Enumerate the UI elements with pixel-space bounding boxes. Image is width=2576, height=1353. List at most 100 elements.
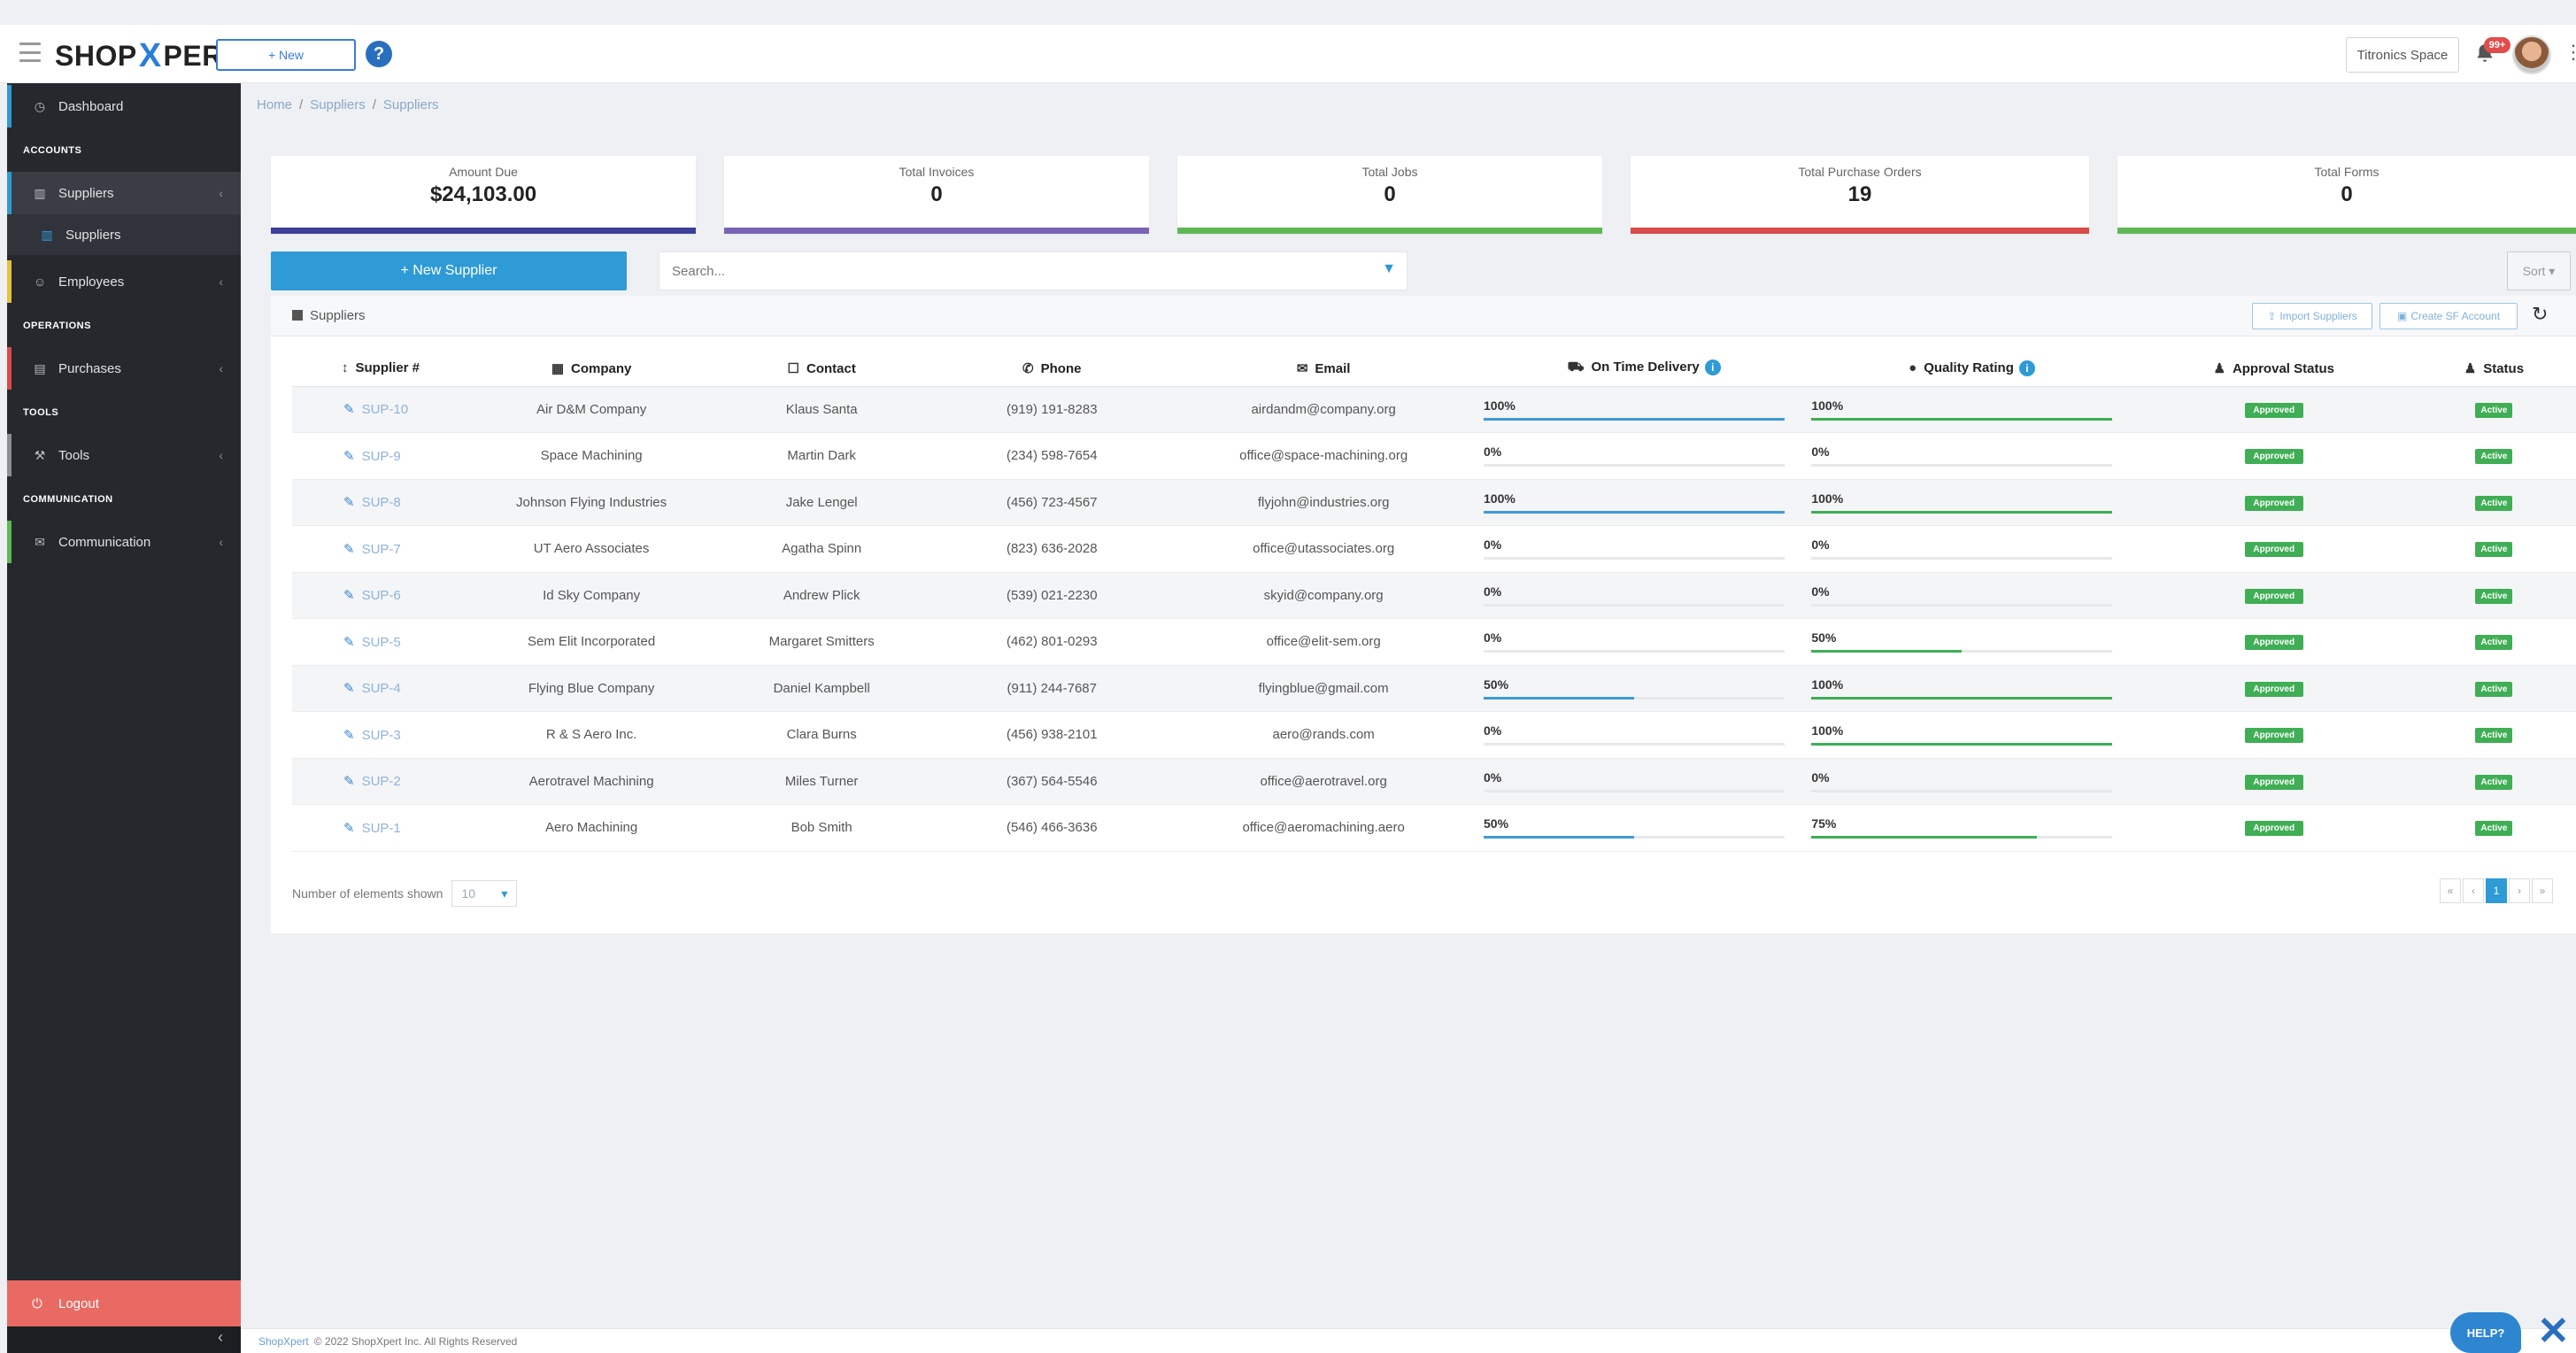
- table-row[interactable]: ✎ SUP-1 Aero Machining Bob Smith (546) 466-3…: [292, 804, 2576, 852]
- col-contact[interactable]: ☐ Contact: [706, 351, 937, 387]
- company-selector[interactable]: Titronics Space: [2346, 37, 2459, 73]
- supplier-id-link[interactable]: SUP-4: [362, 681, 401, 696]
- phone-cell: (539) 021-2230: [937, 572, 1168, 619]
- sidebar-item-tools[interactable]: ⚒ Tools ‹: [7, 434, 241, 476]
- quality-rating-bar: [1811, 743, 2113, 746]
- supplier-id-cell[interactable]: ✎ SUP-9: [292, 432, 477, 480]
- help-chat-button[interactable]: HELP?: [2450, 1312, 2521, 1353]
- col-approval-status[interactable]: ♟ Approval Status: [2135, 351, 2412, 387]
- on-time-delivery-cell: 0%: [1480, 618, 1809, 666]
- table-row[interactable]: ✎ SUP-10 Air D&M Company Klaus Santa (919) 1…: [292, 386, 2576, 433]
- supplier-id-cell[interactable]: ✎ SUP-1: [292, 804, 477, 852]
- edit-icon[interactable]: ✎: [343, 542, 355, 557]
- supplier-id-link[interactable]: SUP-6: [362, 588, 401, 603]
- page-button-current[interactable]: 1: [2486, 878, 2507, 903]
- supplier-id-cell[interactable]: ✎ SUP-6: [292, 572, 477, 619]
- col-supplier-number[interactable]: ↕ Supplier #: [292, 351, 477, 387]
- table-row[interactable]: ✎ SUP-9 Space Machining Martin Dark (234) 59…: [292, 432, 2576, 480]
- footer-brand-link[interactable]: ShopXpert: [258, 1335, 309, 1348]
- col-quality-rating[interactable]: ● Quality Rating i: [1808, 351, 2136, 387]
- info-icon[interactable]: i: [2018, 360, 2035, 376]
- table-row[interactable]: ✎ SUP-4 Flying Blue Company Daniel Kampbell…: [292, 665, 2576, 712]
- on-time-delivery-value: 0%: [1484, 723, 1502, 738]
- edit-icon[interactable]: ✎: [343, 495, 355, 510]
- supplier-id-cell[interactable]: ✎ SUP-3: [292, 711, 477, 759]
- supplier-id-cell[interactable]: ✎ SUP-8: [292, 479, 477, 526]
- app-logo[interactable]: SHOP X PERT: [55, 37, 241, 75]
- supplier-id-cell[interactable]: ✎ SUP-4: [292, 665, 477, 712]
- supplier-id-link[interactable]: SUP-8: [362, 495, 401, 510]
- search-input[interactable]: [672, 263, 1345, 279]
- supplier-id-link[interactable]: SUP-7: [362, 542, 401, 557]
- breadcrumb-suppliers[interactable]: Suppliers: [310, 97, 366, 112]
- sidebar-item-suppliers[interactable]: ▥ Suppliers ‹: [7, 172, 241, 214]
- supplier-id-cell[interactable]: ✎ SUP-2: [292, 758, 477, 805]
- supplier-id-cell[interactable]: ✎ SUP-7: [292, 525, 477, 573]
- supplier-id-link[interactable]: SUP-3: [362, 728, 401, 743]
- next-page-button[interactable]: ›: [2509, 878, 2530, 903]
- menu-toggle-icon[interactable]: [19, 43, 41, 62]
- sidebar-subitem-suppliers[interactable]: ▥ Suppliers: [7, 214, 241, 255]
- edit-icon[interactable]: ✎: [343, 402, 355, 417]
- sidebar-section-communication: COMMUNICATION: [23, 494, 113, 505]
- new-button[interactable]: + New: [216, 39, 356, 71]
- stat-label: Total Forms: [2314, 165, 2379, 179]
- table-row[interactable]: ✎ SUP-7 UT Aero Associates Agatha Spinn (823…: [292, 525, 2576, 573]
- breadcrumb-home[interactable]: Home: [257, 97, 292, 112]
- supplier-id-cell[interactable]: ✎ SUP-10: [292, 386, 477, 433]
- supplier-id-link[interactable]: SUP-5: [362, 635, 401, 650]
- list-icon: [292, 310, 303, 321]
- sort-button[interactable]: Sort ▾: [2507, 251, 2571, 290]
- table-row[interactable]: ✎ SUP-5 Sem Elit Incorporated Margaret Smit…: [292, 618, 2576, 666]
- info-icon[interactable]: i: [1704, 360, 1721, 376]
- table-row[interactable]: ✎ SUP-3 R & S Aero Inc. Clara Burns (456) 93…: [292, 711, 2576, 759]
- edit-icon[interactable]: ✎: [343, 728, 355, 743]
- supplier-id-link[interactable]: SUP-10: [362, 402, 409, 417]
- filter-icon[interactable]: ▼: [1382, 261, 1396, 277]
- last-page-button[interactable]: »: [2532, 878, 2553, 903]
- more-vertical-icon[interactable]: ⋮: [2564, 41, 2576, 64]
- sidebar-item-communication[interactable]: ✉ Communication ‹: [7, 521, 241, 563]
- edit-icon[interactable]: ✎: [343, 821, 355, 836]
- collapse-sidebar-icon[interactable]: ‹: [218, 1328, 223, 1347]
- table-row[interactable]: ✎ SUP-2 Aerotravel Machining Miles Turner (3…: [292, 758, 2576, 805]
- approval-badge: Approved: [2244, 728, 2303, 744]
- edit-icon[interactable]: ✎: [343, 774, 355, 789]
- edit-icon[interactable]: ✎: [343, 449, 355, 464]
- sidebar-item-dashboard[interactable]: ◷ Dashboard: [7, 85, 241, 128]
- edit-icon[interactable]: ✎: [343, 681, 355, 696]
- supplier-id-link[interactable]: SUP-2: [362, 774, 401, 789]
- col-company[interactable]: ▦ Company: [476, 351, 707, 387]
- supplier-id-cell[interactable]: ✎ SUP-5: [292, 618, 477, 666]
- prev-page-button[interactable]: ‹: [2463, 878, 2484, 903]
- quality-rating-cell: 50%: [1808, 618, 2136, 666]
- import-suppliers-button[interactable]: ⇪ Import Suppliers: [2252, 303, 2372, 329]
- breadcrumb: Home / Suppliers / Suppliers: [257, 97, 439, 112]
- col-email[interactable]: ✉ Email: [1167, 351, 1480, 387]
- edit-icon[interactable]: ✎: [343, 635, 355, 650]
- table-row[interactable]: ✎ SUP-8 Johnson Flying Industries Jake Leng…: [292, 479, 2576, 526]
- avatar[interactable]: [2512, 35, 2551, 74]
- col-phone[interactable]: ✆ Phone: [937, 351, 1168, 387]
- col-on-time-delivery[interactable]: ⛟ On Time Delivery i: [1480, 351, 1809, 387]
- sidebar-item-employees[interactable]: ☺ Employees ‹: [7, 260, 241, 303]
- supplier-id-link[interactable]: SUP-1: [362, 821, 401, 836]
- logout-button[interactable]: ⏻ Logout: [7, 1280, 241, 1326]
- col-status[interactable]: ♟ Status: [2411, 351, 2576, 387]
- quality-rating-fill: [1811, 743, 2113, 746]
- table-row[interactable]: ✎ SUP-6 Id Sky Company Andrew Plick (539) 02…: [292, 572, 2576, 619]
- shopxpert-x-logo-icon[interactable]: ✕: [2537, 1309, 2570, 1353]
- edit-icon[interactable]: ✎: [343, 588, 355, 603]
- refresh-icon[interactable]: ↻: [2532, 303, 2548, 326]
- first-page-button[interactable]: «: [2440, 878, 2461, 903]
- col-label: Status: [2483, 360, 2525, 376]
- new-supplier-button[interactable]: + New Supplier: [271, 251, 627, 290]
- help-icon[interactable]: ?: [366, 41, 392, 67]
- approval-status-cell: Approved: [2135, 618, 2412, 666]
- page-size-select[interactable]: 10 ▾: [451, 880, 518, 907]
- supplier-id-link[interactable]: SUP-9: [362, 449, 401, 464]
- on-time-delivery-cell: 0%: [1480, 758, 1809, 805]
- contact-icon: ☐: [787, 360, 799, 376]
- create-sf-account-button[interactable]: ▣ Create SF Account: [2379, 303, 2518, 329]
- sidebar-item-purchases[interactable]: ▤ Purchases ‹: [7, 347, 241, 390]
